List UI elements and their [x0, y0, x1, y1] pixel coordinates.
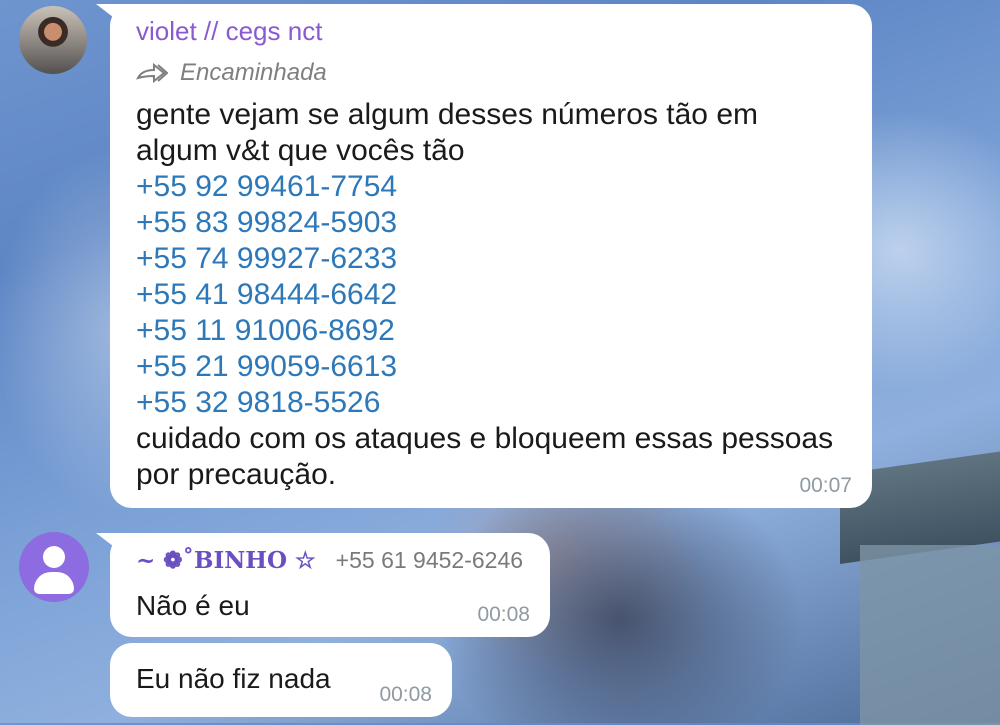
message-text: Não é eu: [136, 590, 250, 621]
phone-link[interactable]: +55 92 99461-7754: [136, 169, 846, 205]
sender-name[interactable]: ~ ❁˚BINHO ☆: [136, 547, 316, 574]
forwarded-label: Encaminhada: [180, 59, 327, 86]
message-bubble-forwarded[interactable]: violet // cegs nct Encaminhada gente vej…: [110, 4, 872, 508]
sender-avatar-violet[interactable]: [19, 6, 87, 74]
user-placeholder-icon: [43, 546, 65, 568]
phone-list: +55 92 99461-7754 +55 83 99824-5903 +55 74…: [136, 169, 846, 421]
phone-link[interactable]: +55 41 98444-6642: [136, 277, 846, 313]
phone-link[interactable]: +55 32 9818-5526: [136, 385, 846, 421]
phone-link[interactable]: +55 21 99059-6613: [136, 349, 846, 385]
forward-arrow-icon: [136, 62, 168, 84]
message-outro: cuidado com os ataques e bloqueem essas …: [136, 422, 834, 491]
phone-link[interactable]: +55 74 99927-6233: [136, 241, 846, 277]
message-timestamp: 00:08: [379, 683, 432, 706]
sender-header: ~ ❁˚BINHO ☆ +55 61 9452-6246: [136, 547, 524, 574]
message-timestamp: 00:08: [477, 603, 530, 626]
forwarded-indicator: Encaminhada: [136, 59, 846, 87]
sender-avatar-binho[interactable]: [19, 532, 89, 602]
background-building: [860, 545, 1000, 725]
sender-name[interactable]: violet // cegs nct: [136, 16, 846, 47]
message-bubble-binho[interactable]: ~ ❁˚BINHO ☆ +55 61 9452-6246 Não é eu 00…: [110, 533, 550, 637]
message-bubble-binho-2[interactable]: Eu não fiz nada 00:08: [110, 643, 452, 717]
phone-link[interactable]: +55 83 99824-5903: [136, 205, 846, 241]
phone-link[interactable]: +55 11 91006-8692: [136, 313, 846, 349]
sender-phone[interactable]: +55 61 9452-6246: [336, 547, 523, 574]
message-intro: gente vejam se algum desses números tão …: [136, 98, 758, 167]
message-text: gente vejam se algum desses números tão …: [136, 97, 846, 493]
message-timestamp: 00:07: [799, 474, 852, 497]
